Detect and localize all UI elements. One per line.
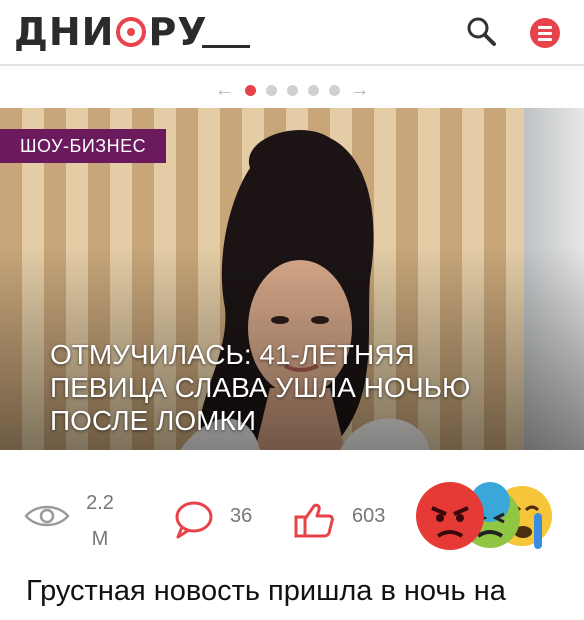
carousel-pagination: ← →	[0, 76, 584, 104]
views-eye-icon	[24, 502, 70, 535]
logo-text-tail: РУ	[148, 10, 208, 54]
views-count-unit: М	[91, 528, 109, 550]
logo-o-icon	[116, 17, 147, 47]
carousel-prev-arrow[interactable]: ←	[215, 80, 235, 100]
menu-button[interactable]	[530, 18, 560, 48]
carousel-dot[interactable]	[328, 84, 340, 96]
views-count: 2.2 М	[80, 485, 120, 557]
comment-bubble-icon[interactable]	[172, 500, 216, 545]
carousel-dot[interactable]	[265, 84, 277, 96]
article-teaser-text[interactable]: Грустная новость пришла в ночь на	[26, 570, 566, 612]
carousel-dot[interactable]	[286, 84, 298, 96]
search-icon	[467, 17, 496, 46]
site-logo[interactable]: ДНИ РУ	[14, 10, 250, 54]
thumbs-up-icon[interactable]	[292, 500, 336, 545]
carousel-next-arrow[interactable]: →	[350, 80, 370, 100]
views-count-value: 2.2	[86, 492, 114, 514]
angry-emoji-icon	[416, 482, 484, 550]
menu-icon-bar	[538, 31, 552, 35]
likes-count: 603	[352, 505, 386, 527]
article-headline[interactable]: ОТМУЧИЛАСЬ: 41-ЛЕТНЯЯ ПЕВИЦА СЛАВА УШЛА …	[50, 338, 510, 437]
menu-icon-bar	[538, 37, 552, 41]
logo-text: ДНИ	[14, 10, 115, 54]
carousel-dot[interactable]	[244, 84, 256, 96]
site-header: ДНИ РУ	[0, 0, 584, 66]
comments-count: 36	[230, 505, 253, 527]
category-badge[interactable]: ШОУ-БИЗНЕС	[0, 129, 167, 163]
reactions-group[interactable]	[412, 480, 562, 552]
logo-underline	[202, 45, 250, 48]
carousel-dot[interactable]	[307, 84, 319, 96]
search-button[interactable]	[464, 14, 500, 50]
menu-icon-bar	[538, 25, 552, 29]
